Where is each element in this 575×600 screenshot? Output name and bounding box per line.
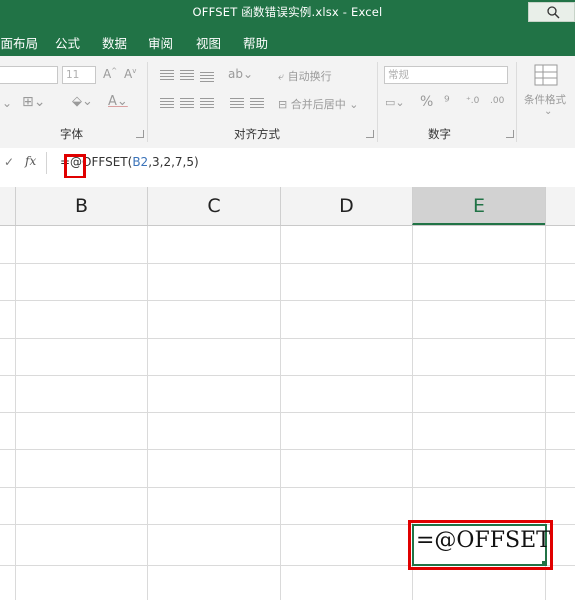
gridline — [0, 263, 575, 264]
ribbon-divider — [516, 62, 517, 142]
font-name-dropdown[interactable] — [0, 66, 58, 84]
gridline — [0, 449, 575, 450]
column-header-d[interactable]: D — [280, 187, 412, 225]
column-header-e[interactable]: E — [412, 187, 545, 225]
conditional-format-label: 条件格式 — [524, 94, 566, 106]
search-icon — [547, 6, 560, 19]
font-size-dropdown[interactable]: 11 — [62, 66, 96, 84]
column-header-a[interactable] — [0, 187, 15, 225]
group-label-number: 数字 — [428, 127, 451, 141]
alignment-launcher-icon[interactable] — [366, 130, 374, 138]
conditional-format-button[interactable]: 条件格式 ⌄ — [520, 62, 575, 122]
number-format-dropdown[interactable]: 常规 — [384, 66, 508, 84]
comma-style-icon[interactable]: ⁹ — [444, 94, 450, 110]
ribbon: 11 A^ Av ⌄ ⊞⌄ ⬙⌄ A⌄ 字体 ab⌄ ⤶ 自动换行 ⊟ 合并后居… — [0, 56, 575, 149]
sheet-top-spacer — [0, 178, 575, 187]
fill-color-icon[interactable]: ⬙⌄ — [72, 94, 93, 109]
tab-formulas[interactable]: 公式 — [55, 33, 80, 52]
merge-center-button[interactable]: ⊟ 合并后居中 ⌄ — [278, 96, 358, 112]
conditional-format-icon — [534, 64, 558, 86]
cell-highlight-box — [408, 520, 553, 570]
gridline — [147, 226, 148, 600]
number-format-value: 常规 — [388, 69, 409, 81]
increase-font-icon[interactable]: A^ — [103, 67, 117, 81]
wrap-text-label: 自动换行 — [287, 70, 332, 83]
align-top-icon[interactable] — [160, 70, 174, 81]
increase-indent-icon[interactable] — [250, 98, 264, 109]
align-right-icon[interactable] — [200, 98, 214, 109]
decrease-decimal-icon[interactable]: .00 — [490, 96, 504, 106]
tab-data[interactable]: 数据 — [102, 33, 127, 52]
align-bottom-icon[interactable] — [200, 72, 214, 83]
gridline — [0, 338, 575, 339]
formula-bar: ✓ fx =@OFFSET(B2,3,2,7,5) — [0, 148, 575, 179]
formula-suffix: ,3,2,7,5) — [148, 155, 199, 169]
chevron-down-icon: ⌄ — [544, 106, 553, 117]
column-header-c[interactable]: C — [147, 187, 280, 225]
column-headers: B C D E — [0, 187, 575, 226]
formula-bar-divider — [46, 152, 47, 174]
search-button[interactable] — [528, 2, 575, 22]
orientation-icon[interactable]: ab⌄ — [228, 67, 253, 81]
ribbon-divider — [377, 62, 378, 142]
underline-dropdown-icon[interactable]: ⌄ — [2, 96, 12, 110]
group-label-alignment: 对齐方式 — [234, 127, 280, 141]
gridline — [0, 300, 575, 301]
window-title: OFFSET 函数错误实例.xlsx - Excel — [192, 5, 383, 19]
at-sign-highlight-box — [64, 154, 86, 179]
accounting-format-icon[interactable]: ▭⌄ — [385, 96, 405, 109]
wrap-text-button[interactable]: ⤶ 自动换行 — [278, 68, 332, 84]
title-bar: OFFSET 函数错误实例.xlsx - Excel — [0, 0, 575, 24]
gridline — [15, 226, 16, 600]
gridline — [280, 226, 281, 600]
gridline — [0, 375, 575, 376]
percent-icon[interactable]: % — [420, 94, 433, 110]
insert-function-icon[interactable]: fx — [25, 154, 36, 168]
decrease-font-icon[interactable]: Av — [124, 67, 136, 81]
confirm-icon[interactable]: ✓ — [4, 155, 14, 169]
gridline — [0, 412, 575, 413]
ribbon-tabs: 页面布局 公式 数据 审阅 视图 帮助 — [0, 24, 575, 56]
align-center-icon[interactable] — [180, 98, 194, 109]
ribbon-divider — [147, 62, 148, 142]
tab-review[interactable]: 审阅 — [148, 33, 173, 52]
formula-cell-reference: B2 — [132, 155, 149, 169]
font-color-icon[interactable]: A⌄ — [108, 94, 128, 109]
increase-decimal-icon[interactable]: ⁺.0 — [466, 96, 479, 106]
font-launcher-icon[interactable] — [136, 130, 144, 138]
merge-center-label: 合并后居中 — [290, 98, 346, 111]
tab-view[interactable]: 视图 — [196, 33, 221, 52]
tab-help[interactable]: 帮助 — [243, 33, 268, 52]
number-launcher-icon[interactable] — [506, 130, 514, 138]
group-label-font: 字体 — [60, 127, 83, 141]
decrease-indent-icon[interactable] — [230, 98, 244, 109]
tab-page-layout[interactable]: 页面布局 — [0, 33, 38, 52]
column-header-f[interactable] — [545, 187, 575, 225]
align-middle-icon[interactable] — [180, 70, 194, 81]
column-header-b[interactable]: B — [15, 187, 147, 225]
align-left-icon[interactable] — [160, 98, 174, 109]
borders-icon[interactable]: ⊞⌄ — [22, 94, 45, 110]
font-size-value: 11 — [66, 69, 80, 81]
gridline — [0, 487, 575, 488]
